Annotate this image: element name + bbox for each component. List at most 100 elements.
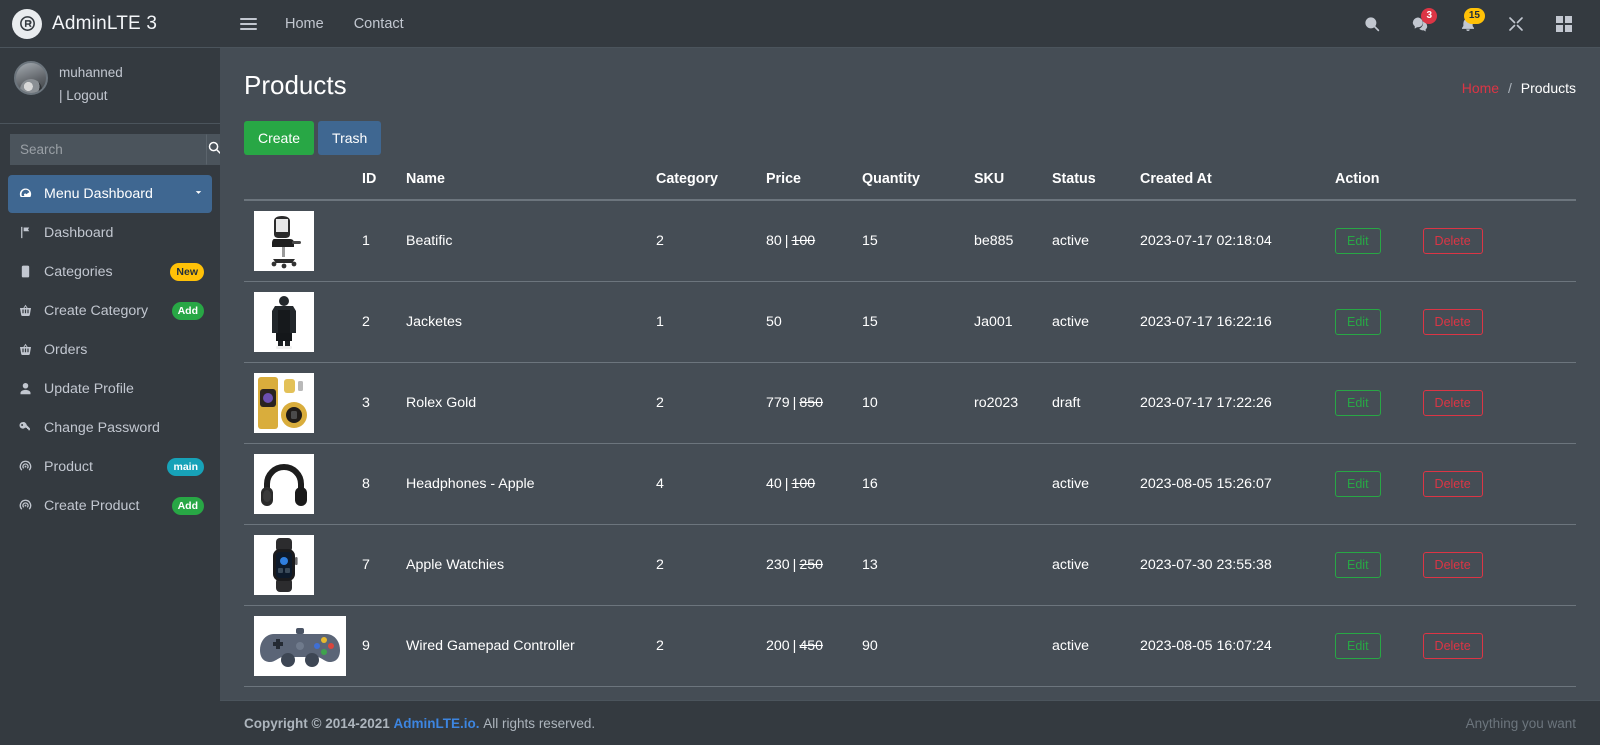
edit-button[interactable]: Edit [1335, 633, 1381, 659]
cell-sku: be885 [966, 200, 1044, 282]
grid-icon[interactable] [1542, 2, 1586, 46]
basket-icon [16, 303, 35, 318]
page-title: Products [244, 70, 347, 100]
cell-price: 40 | 100 [758, 443, 854, 525]
cell-quantity: 15 [854, 200, 966, 282]
delete-button[interactable]: Delete [1422, 228, 1483, 254]
avatar [14, 61, 48, 95]
cell-created-at: 2023-07-17 02:18:04 [1132, 200, 1327, 282]
navbar-link-contact[interactable]: Contact [342, 9, 416, 39]
col-id: ID [354, 171, 398, 201]
notification-count-badge: 15 [1463, 7, 1485, 24]
user-icon [16, 381, 35, 396]
status-badge: Add [171, 301, 204, 320]
sidebar-item-orders[interactable]: Orders [8, 331, 212, 369]
sidebar-item-label: Orders [44, 341, 88, 358]
product-image [254, 292, 314, 352]
col-action: Action [1327, 171, 1576, 201]
product-image [254, 373, 314, 433]
sidebar-item-label: Create Product [44, 497, 140, 514]
delete-button[interactable]: Delete [1422, 471, 1483, 497]
delete-button[interactable]: Delete [1422, 633, 1483, 659]
create-button[interactable]: Create [244, 121, 315, 155]
sidebar-item-update-profile[interactable]: Update Profile [8, 370, 212, 408]
key-icon [16, 420, 35, 435]
sidebar-item-product[interactable]: Product main [8, 448, 212, 486]
sidebar-item-label: Product [44, 458, 93, 475]
product-image [254, 454, 314, 514]
brand-title: AdminLTE 3 [52, 12, 158, 34]
cell-sku [966, 443, 1044, 525]
cell-action: Edit Delete [1327, 443, 1576, 525]
edit-button[interactable]: Edit [1335, 552, 1381, 578]
sidebar-item-categories[interactable]: Categories New [8, 253, 212, 291]
col-status: Status [1044, 171, 1132, 201]
delete-button[interactable]: Delete [1422, 309, 1483, 335]
delete-button[interactable]: Delete [1422, 552, 1483, 578]
cell-name: Wired Gamepad Controller [398, 605, 648, 687]
basket-icon [16, 342, 35, 357]
table-row: 7 Apple Watchies 2 230 | 250 13 active 2023-07-3… [244, 524, 1576, 606]
search-input[interactable] [10, 133, 206, 165]
cell-action: Edit Delete [1327, 200, 1576, 282]
cell-name: Jacketes [398, 281, 648, 363]
table-row: 1 Beatific 2 80 | 100 15 be885 active 2023-07-17 … [244, 200, 1576, 282]
adminlte-logo-icon [12, 8, 42, 39]
breadcrumb-separator: / [1507, 80, 1512, 96]
cell-id: 1 [354, 200, 398, 282]
trash-button[interactable]: Trash [318, 121, 382, 155]
sidebar-item-create-product[interactable]: Create Product Add [8, 487, 212, 525]
cell-status: draft [1044, 362, 1132, 444]
sidebar-item-dashboard[interactable]: Dashboard [8, 214, 212, 252]
delete-button[interactable]: Delete [1422, 390, 1483, 416]
page-header: Products Home / Products [220, 48, 1600, 101]
brand-link[interactable]: AdminLTE 3 [0, 0, 220, 48]
edit-button[interactable]: Edit [1335, 309, 1381, 335]
edit-button[interactable]: Edit [1335, 228, 1381, 254]
status-badge: Add [171, 496, 204, 515]
sidebar-item-label: Menu Dashboard [44, 185, 153, 202]
cell-sku: Ja001 [966, 281, 1044, 363]
cell-status: active [1044, 443, 1132, 525]
col-sku: SKU [966, 171, 1044, 201]
sidebar: AdminLTE 3 muhanned | Logout Menu Da [0, 0, 223, 745]
cell-id: 8 [354, 443, 398, 525]
hamburger-icon[interactable] [230, 8, 267, 40]
col-name: Name [398, 171, 648, 201]
footer-link[interactable]: AdminLTE.io. [394, 716, 480, 731]
cell-quantity: 16 [854, 443, 966, 525]
chevron-down-icon [193, 187, 204, 201]
status-badge: main [167, 457, 204, 476]
sidebar-item-label: Update Profile [44, 380, 134, 397]
navbar-link-home[interactable]: Home [273, 9, 336, 39]
edit-button[interactable]: Edit [1335, 390, 1381, 416]
broadcast-icon [16, 459, 35, 474]
cell-created-at: 2023-08-05 16:07:24 [1132, 605, 1327, 687]
breadcrumb-home[interactable]: Home [1462, 80, 1499, 96]
cell-sku [966, 524, 1044, 606]
sidebar-item-label: Categories [44, 263, 113, 280]
broadcast-icon [16, 498, 35, 513]
cell-id: 3 [354, 362, 398, 444]
cell-created-at: 2023-08-05 15:26:07 [1132, 443, 1327, 525]
edit-button[interactable]: Edit [1335, 471, 1381, 497]
breadcrumb-current: Products [1520, 80, 1576, 96]
sidebar-item-menu-dashboard[interactable]: Menu Dashboard [8, 174, 212, 213]
table-row: 3 Rolex Gold 2 779 | 850 10 ro2023 draft 2023-07-… [244, 362, 1576, 444]
sidebar-item-change-password[interactable]: Change Password [8, 409, 212, 447]
products-table: ID Name Category Price Quantity SKU Stat… [244, 171, 1576, 687]
fullscreen-icon[interactable] [1494, 2, 1538, 46]
messages-icon[interactable]: 3 [1398, 2, 1442, 46]
notifications-icon[interactable]: 15 [1446, 2, 1490, 46]
user-name: muhanned [59, 65, 123, 80]
cell-name: Headphones - Apple [398, 443, 648, 525]
footer-copyright: Copyright © 2014-2021 [244, 715, 390, 731]
action-buttons: Create Trash [220, 101, 1600, 155]
top-navbar: Home Contact 3 15 [220, 0, 1600, 48]
cell-category: 2 [648, 524, 758, 606]
cell-sku: ro2023 [966, 362, 1044, 444]
sidebar-item-create-category[interactable]: Create Category Add [8, 292, 212, 330]
logout-link[interactable]: | Logout [59, 85, 123, 108]
footer: Copyright © 2014-2021 AdminLTE.io. All r… [220, 700, 1600, 745]
search-icon[interactable] [1350, 2, 1394, 46]
